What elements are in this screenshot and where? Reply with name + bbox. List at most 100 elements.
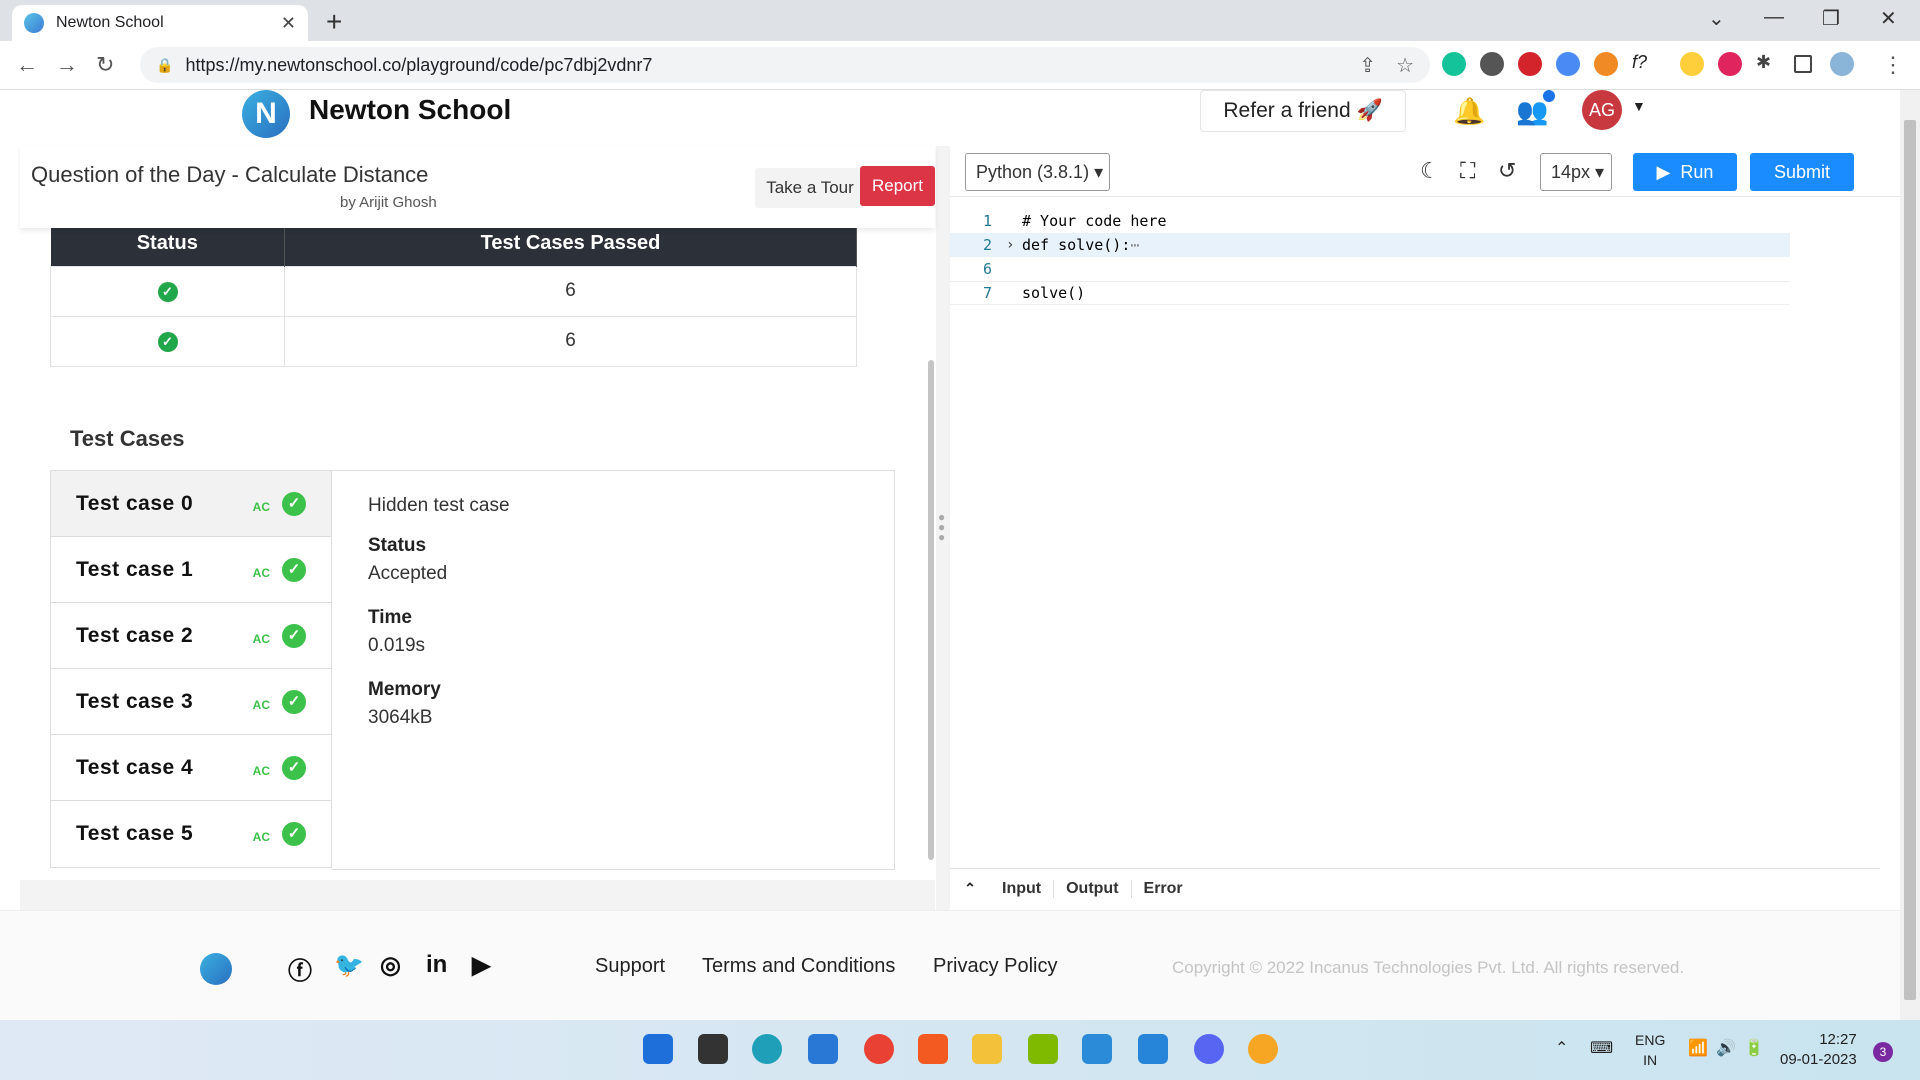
close-tab-icon[interactable]: ✕ <box>281 13 296 34</box>
tab-input[interactable]: Input <box>990 879 1055 898</box>
forward-icon[interactable]: → <box>56 52 78 78</box>
extensions-puzzle-icon[interactable]: ✱ <box>1756 52 1780 76</box>
bell-icon[interactable]: 🔔 <box>1453 96 1485 127</box>
fold-chevron-icon[interactable]: › <box>1006 237 1022 253</box>
test-case-item[interactable]: Test case 1 AC ✓ <box>51 537 331 603</box>
newton-logo-icon[interactable]: N <box>242 90 290 138</box>
windows-start-icon[interactable] <box>643 1034 673 1064</box>
chevron-up-icon[interactable]: ⌃ <box>1555 1038 1568 1058</box>
font-size-select[interactable]: 14px ▾ <box>1540 153 1612 191</box>
youtube-icon[interactable]: ▶ <box>472 951 490 980</box>
side-panel-icon[interactable] <box>1794 55 1812 73</box>
footer-link-support[interactable]: Support <box>595 955 665 978</box>
app-icon[interactable] <box>1248 1034 1278 1064</box>
test-case-item[interactable]: Test case 0 AC ✓ <box>51 471 331 537</box>
extension-icon[interactable] <box>1518 52 1542 76</box>
battery-icon[interactable]: 🔋 <box>1744 1038 1764 1058</box>
linkedin-icon[interactable]: in <box>426 951 447 979</box>
instagram-icon[interactable]: ◎ <box>380 951 401 980</box>
refer-friend-button[interactable]: Refer a friend 🚀 <box>1200 90 1406 132</box>
file-explorer-icon[interactable] <box>972 1034 1002 1064</box>
reload-icon[interactable]: ↻ <box>96 52 114 78</box>
dark-mode-moon-icon[interactable]: ☾ <box>1420 158 1440 184</box>
todo-icon[interactable] <box>1138 1034 1168 1064</box>
test-case-name: Test case 1 <box>76 557 194 581</box>
code-text: solve() <box>1022 284 1086 302</box>
url-input[interactable]: 🔒 https://my.newtonschool.co/playground/… <box>140 47 1430 83</box>
extension-icon[interactable] <box>1680 52 1704 76</box>
footer-link-privacy[interactable]: Privacy Policy <box>933 955 1057 978</box>
reset-code-icon[interactable]: ↺ <box>1498 158 1516 184</box>
font-size-value: 14px <box>1551 161 1591 182</box>
mail-icon[interactable] <box>808 1034 838 1064</box>
report-button[interactable]: Report <box>860 166 935 206</box>
discord-icon[interactable] <box>1194 1034 1224 1064</box>
browser-tab[interactable]: Newton School ✕ <box>12 5 308 41</box>
time-value: 0.019s <box>368 635 426 656</box>
new-tab-icon[interactable]: + <box>326 6 342 38</box>
memory-value: 3064kB <box>368 707 433 728</box>
chevron-down-icon[interactable]: ▼ <box>1632 98 1646 114</box>
run-button[interactable]: ▶ Run <box>1633 153 1737 191</box>
language-select[interactable]: Python (3.8.1) ▾ <box>965 153 1110 191</box>
code-text: # Your code here <box>1022 212 1167 230</box>
bookmark-star-icon[interactable]: ☆ <box>1396 53 1414 78</box>
submit-button[interactable]: Submit <box>1750 153 1854 191</box>
test-cases-title: Test Cases <box>70 426 185 451</box>
left-panel-scrollbar[interactable] <box>928 360 934 860</box>
fullscreen-icon[interactable]: ⛶ <box>1460 158 1475 184</box>
test-case-item[interactable]: Test case 4 AC ✓ <box>51 735 331 801</box>
wifi-icon[interactable]: 📶 <box>1688 1038 1708 1058</box>
edge-icon[interactable] <box>752 1034 782 1064</box>
microsoft-store-icon[interactable] <box>1028 1034 1058 1064</box>
back-icon[interactable]: ← <box>16 52 38 78</box>
minimize-icon[interactable]: — <box>1764 6 1784 29</box>
verdict-badge: AC <box>252 697 270 712</box>
clock[interactable]: 12:27 09-01-2023 <box>1780 1030 1857 1070</box>
translate-extension-icon[interactable] <box>1556 52 1580 76</box>
check-circle-icon: ✓ <box>157 332 178 352</box>
tab-error[interactable]: Error <box>1132 880 1195 898</box>
volume-icon[interactable]: 🔊 <box>1716 1038 1736 1058</box>
community-icon[interactable]: 👥 <box>1516 96 1548 127</box>
profile-avatar-icon[interactable] <box>1830 52 1854 76</box>
test-case-item[interactable]: Test case 5 AC ✓ <box>51 801 331 867</box>
scrollbar-thumb[interactable] <box>1904 120 1916 1000</box>
extension-icon[interactable] <box>1718 52 1742 76</box>
tab-search-icon[interactable]: ⌄ <box>1708 6 1725 31</box>
chrome-icon[interactable] <box>864 1034 894 1064</box>
restore-icon[interactable]: ❐ <box>1822 6 1840 31</box>
brave-icon[interactable] <box>918 1034 948 1064</box>
page-scrollbar[interactable] <box>1900 90 1920 1020</box>
vscode-icon[interactable] <box>1082 1034 1112 1064</box>
twitter-icon[interactable]: 🐦 <box>334 951 364 980</box>
verdict-badge: AC <box>252 830 270 844</box>
test-case-item[interactable]: Test case 3 AC ✓ <box>51 669 331 735</box>
chevron-up-icon[interactable]: ⌃ <box>950 880 990 897</box>
menu-kebab-icon[interactable]: ⋮ <box>1882 52 1904 78</box>
avatar[interactable]: AG <box>1582 90 1622 130</box>
footer-logo-icon[interactable] <box>200 953 232 985</box>
close-window-icon[interactable]: ✕ <box>1880 6 1897 31</box>
drag-handle-icon[interactable]: ● ● ● <box>938 511 945 543</box>
grammarly-extension-icon[interactable] <box>1442 52 1466 76</box>
code-editor[interactable]: 1 # Your code here 2 › def solve(): ⋯ 6 … <box>950 196 1900 856</box>
extension-icon[interactable] <box>1594 52 1618 76</box>
facebook-icon[interactable]: ⓕ <box>288 951 312 986</box>
brand-name[interactable]: Newton School <box>309 94 511 126</box>
windows-taskbar: ⌃ ⌨ ENG IN 📶 🔊 🔋 12:27 09-01-2023 3 <box>0 1020 1920 1080</box>
language-indicator[interactable]: ENG IN <box>1635 1030 1665 1070</box>
folded-ellipsis-icon[interactable]: ⋯ <box>1130 236 1139 254</box>
test-case-item[interactable]: Test case 2 AC ✓ <box>51 603 331 669</box>
footer-link-terms[interactable]: Terms and Conditions <box>702 955 895 978</box>
code-line: 6 <box>950 257 1790 281</box>
extension-icon[interactable] <box>1480 52 1504 76</box>
share-icon[interactable]: ⇪ <box>1359 53 1376 78</box>
keyboard-icon[interactable]: ⌨ <box>1590 1038 1613 1058</box>
extension-icon[interactable]: f? <box>1632 52 1656 76</box>
take-tour-button[interactable]: Take a Tour <box>755 168 865 208</box>
notification-count-badge[interactable]: 3 <box>1873 1042 1893 1062</box>
browser-tab-bar: Newton School ✕ + ⌄ — ❐ ✕ <box>0 0 1920 41</box>
tab-output[interactable]: Output <box>1054 879 1132 898</box>
task-view-icon[interactable] <box>698 1034 728 1064</box>
